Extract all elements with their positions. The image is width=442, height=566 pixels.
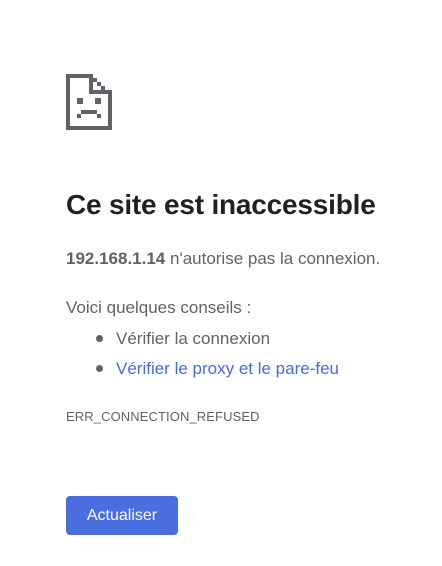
suggestion-check-proxy-firewall[interactable]: Vérifier le proxy et le pare-feu <box>66 357 339 387</box>
suggestion-label: Vérifier la connexion <box>116 329 271 348</box>
page-title: Ce site est inaccessible <box>66 189 376 220</box>
error-message: 192.168.1.14 n'autorise pas la connexion… <box>66 249 380 269</box>
reload-button[interactable]: Actualiser <box>66 496 178 535</box>
suggestions-list: Vérifier la connexion Vérifier le proxy … <box>66 327 339 387</box>
error-code: ERR_CONNECTION_REFUSED <box>66 409 260 424</box>
bullet-icon <box>96 365 103 372</box>
error-message-suffix: n'autorise pas la connexion. <box>165 249 381 268</box>
sad-page-icon <box>66 74 112 130</box>
error-host: 192.168.1.14 <box>66 249 166 268</box>
check-proxy-firewall-link[interactable]: Vérifier le proxy et le pare-feu <box>116 359 339 378</box>
suggestions-heading: Voici quelques conseils : <box>66 298 252 317</box>
suggestion-check-connection: Vérifier la connexion <box>66 327 339 357</box>
bullet-icon <box>96 335 103 342</box>
